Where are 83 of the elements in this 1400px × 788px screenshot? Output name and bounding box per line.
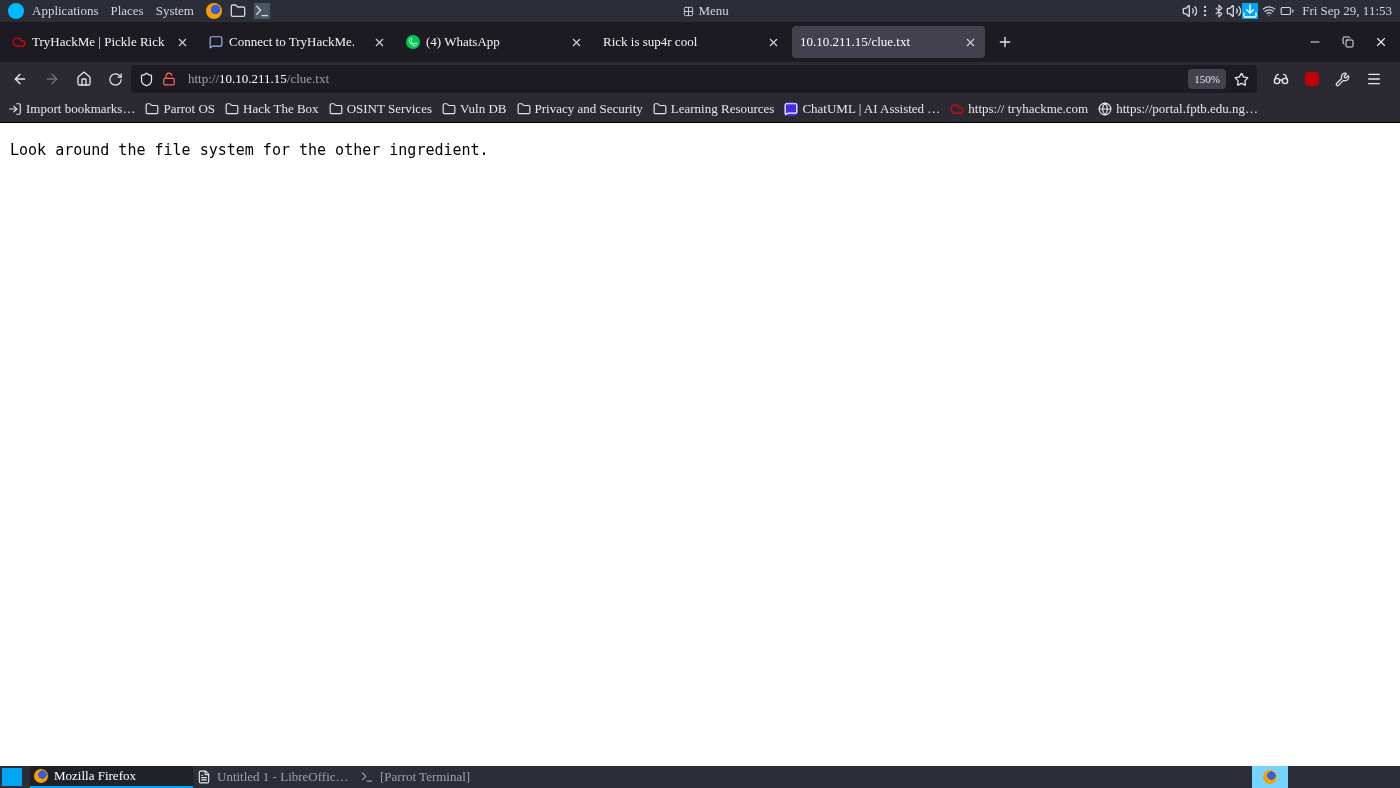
terminal-icon[interactable] [253, 3, 270, 19]
folder-icon [516, 102, 531, 116]
reload-icon[interactable] [108, 71, 123, 87]
cloud-icon [950, 102, 965, 116]
folder-icon [145, 102, 160, 116]
page-text: Look around the file system for the other ingredient. [10, 140, 490, 161]
bookmark[interactable]: Learning Resources [652, 99, 775, 119]
folder-icon [225, 102, 240, 116]
globe-icon [1098, 102, 1113, 116]
taskbar-item[interactable]: Untitled 1 - LibreOffic… [193, 766, 356, 788]
wifi-icon[interactable] [1262, 4, 1277, 18]
lock-icon[interactable] [162, 72, 176, 86]
folder-icon[interactable] [229, 3, 246, 19]
panel-menu[interactable]: Applications [32, 1, 99, 21]
bookmark-label: Import bookmarks… [26, 100, 136, 119]
browser-tab[interactable]: (4) WhatsApp [398, 26, 591, 58]
bookmark-label: OSINT Services [346, 100, 432, 119]
back-icon[interactable] [12, 71, 28, 87]
bookmark-label: ChatUML | AI Assisted … [802, 100, 941, 119]
chat-icon [784, 102, 799, 116]
panel-menu[interactable]: Places [110, 1, 144, 21]
forward-icon[interactable] [44, 71, 60, 87]
clock: Fri Sep 29, 11:53 [1302, 2, 1392, 21]
new-tab-icon[interactable] [997, 34, 1013, 50]
shield-icon[interactable] [139, 71, 154, 87]
import-icon [8, 102, 22, 116]
bookmark[interactable]: Parrot OS [145, 99, 216, 119]
bookmark[interactable]: https://portal.fptb.edu.ng… [1098, 99, 1259, 119]
folder-icon [328, 102, 343, 116]
bookmark-label: Parrot OS [163, 100, 216, 119]
taskbar-item[interactable]: Mozilla Firefox [30, 766, 193, 788]
browser-tab[interactable]: 10.10.211.15/clue.txt [792, 26, 985, 58]
bookmark[interactable]: Privacy and Security [516, 99, 643, 119]
bookmark-label: Hack The Box [243, 100, 319, 119]
taskbar-label: Untitled 1 - LibreOffic… [217, 768, 349, 787]
browser-tab[interactable]: Connect to TryHackMe. [201, 26, 394, 58]
bookmark[interactable]: Import bookmarks… [8, 99, 136, 119]
menu-icon[interactable] [1366, 71, 1382, 87]
grid-icon [683, 5, 695, 17]
browser-tab[interactable]: Rick is sup4r cool [595, 26, 788, 58]
browser-tab[interactable]: TryHackMe | Pickle Rick [4, 26, 197, 58]
chat-icon [209, 35, 223, 49]
volume-icon[interactable] [1226, 3, 1243, 19]
taskbar-label: [Parrot Terminal] [380, 768, 471, 787]
bookmark[interactable]: ChatUML | AI Assisted … [784, 99, 941, 119]
bookmark[interactable]: OSINT Services [328, 99, 432, 119]
home-icon[interactable] [76, 71, 92, 87]
bookmark[interactable]: Vuln DB [441, 99, 507, 119]
tab-title: Connect to TryHackMe. [229, 33, 357, 52]
folder-icon [652, 102, 667, 116]
firefox-icon[interactable] [205, 3, 222, 19]
tab-title: Rick is sup4r cool [603, 33, 699, 52]
address-field[interactable]: http://10.10.211.15/clue.txt 150% [131, 65, 1257, 93]
panel-menu[interactable]: System [155, 1, 194, 21]
bookmark-label: https://portal.fptb.edu.ng… [1116, 100, 1259, 119]
bookmark-label: https:// tryhackme.com [968, 100, 1089, 119]
url-text: http://10.10.211.15/clue.txt [188, 70, 331, 89]
panel-menu[interactable]: Menu [698, 1, 729, 21]
zoom-level[interactable]: 150% [1188, 68, 1226, 90]
firefox-icon[interactable] [1252, 766, 1288, 788]
bookmark-label: Vuln DB [459, 100, 507, 119]
restore-icon[interactable] [1342, 36, 1354, 48]
folder-icon [441, 102, 456, 116]
terminal-icon [360, 770, 374, 784]
bookmark-label: Privacy and Security [534, 100, 643, 119]
bookmark[interactable]: https:// tryhackme.com [950, 99, 1089, 119]
tab-title: (4) WhatsApp [426, 33, 501, 52]
volume-icon[interactable] [1182, 3, 1199, 19]
star-icon[interactable] [1234, 71, 1249, 87]
download-icon[interactable] [1242, 3, 1259, 19]
wrench-icon[interactable] [1335, 71, 1350, 87]
bookmark[interactable]: Hack The Box [225, 99, 319, 119]
firefox-icon [34, 769, 48, 783]
taskbar-item[interactable]: [Parrot Terminal] [356, 766, 519, 788]
tab-title: TryHackMe | Pickle Rick [32, 33, 166, 52]
taskbar-label: Mozilla Firefox [54, 767, 136, 786]
battery-icon[interactable] [1280, 4, 1295, 18]
document-icon [197, 770, 211, 784]
bookmark-label: Learning Resources [670, 100, 775, 119]
close-icon[interactable] [1374, 35, 1388, 49]
tab-title: 10.10.211.15/clue.txt [800, 33, 911, 52]
cloud-icon [12, 35, 26, 49]
phone-icon [406, 35, 420, 49]
